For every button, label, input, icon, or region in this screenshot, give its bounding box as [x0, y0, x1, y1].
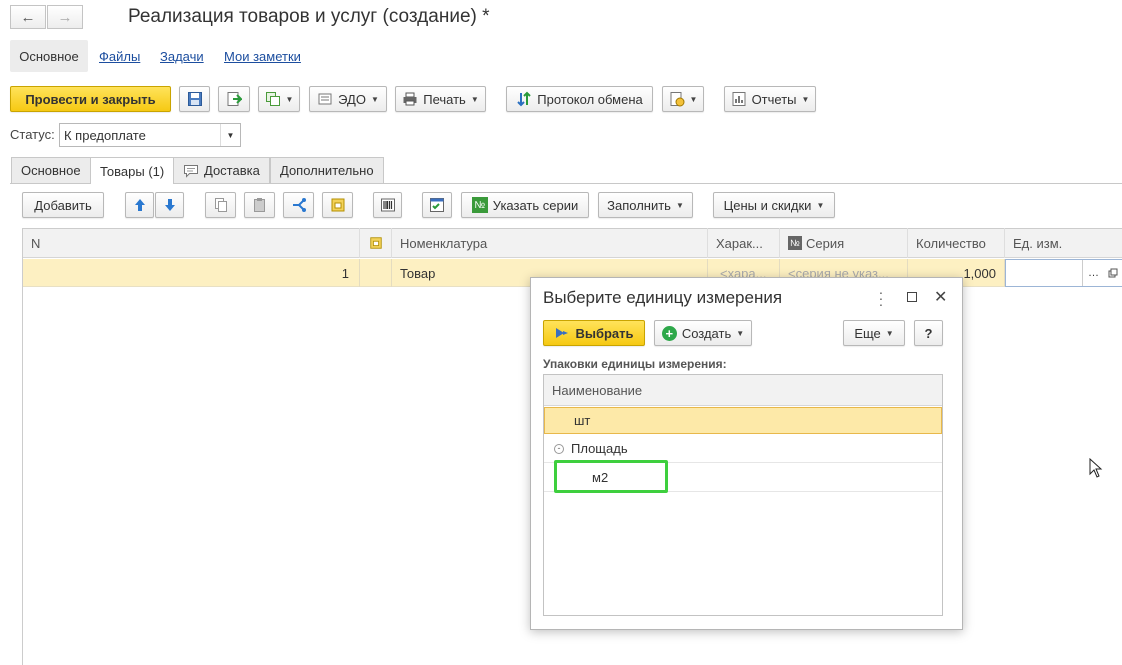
exchange-log-icon	[517, 91, 531, 107]
chevron-down-icon: ▼	[470, 94, 479, 104]
row-pack	[360, 259, 392, 287]
pick-icon	[556, 328, 569, 338]
create-based-icon	[265, 92, 280, 106]
page-title: Реализация товаров и услуг (создание) *	[128, 6, 490, 27]
edo-icon	[318, 93, 332, 105]
chevron-down-icon: ▼	[675, 200, 684, 210]
specify-series-button[interactable]: № Указать серии	[461, 192, 589, 218]
create-based-on-button[interactable]: ▼	[258, 86, 300, 112]
fill-button[interactable]: Заполнить ▼	[598, 192, 693, 218]
save-button[interactable]	[179, 86, 210, 112]
maximize-icon[interactable]	[907, 292, 917, 302]
unit-select-dialog: Выберите единицу измерения · · · ✕ Выбрать…	[530, 277, 963, 630]
copy-icon	[214, 198, 227, 212]
split-icon	[292, 198, 306, 212]
printer-icon	[403, 92, 417, 106]
split-row-button[interactable]	[283, 192, 314, 218]
chevron-down-icon: ▼	[736, 328, 745, 338]
move-down-button[interactable]	[155, 192, 184, 218]
col-unit[interactable]: Ед. изм.	[1005, 228, 1122, 258]
open-icon[interactable]	[1104, 260, 1122, 286]
col-series[interactable]: № Серия	[780, 228, 908, 258]
highlight-box	[554, 460, 668, 493]
series-number-icon: №	[788, 236, 802, 250]
more-options-icon[interactable]: · · ·	[876, 285, 886, 311]
close-icon[interactable]: ✕	[934, 287, 947, 307]
arrow-up-icon	[134, 199, 145, 211]
document-clock-icon	[670, 92, 685, 107]
plus-circle-icon: +	[661, 325, 677, 341]
tab-main-form[interactable]: Основное	[10, 40, 88, 72]
checklist-icon	[430, 198, 444, 212]
chevron-down-icon: ▼	[285, 94, 294, 104]
package-icon	[369, 237, 382, 249]
list-header: Наименование	[544, 375, 942, 406]
help-button[interactable]: ?	[914, 320, 943, 346]
row-number: 1	[23, 259, 360, 287]
post-document-icon	[227, 92, 242, 106]
check-items-button[interactable]	[422, 192, 452, 218]
prices-discounts-button[interactable]: Цены и скидки ▼	[713, 192, 835, 218]
edo-button[interactable]: ЭДО ▼	[309, 86, 387, 112]
exchange-log-button[interactable]: Протокол обмена	[506, 86, 653, 112]
link-notes[interactable]: Мои заметки	[224, 49, 301, 64]
chevron-down-icon: ▼	[689, 94, 698, 104]
unit-list: Наименование шт - Площадь м2	[543, 374, 943, 616]
tab-additional[interactable]: Дополнительно	[270, 157, 384, 183]
status-label: Статус:	[10, 127, 55, 142]
dialog-title: Выберите единицу измерения	[543, 288, 783, 307]
package-button[interactable]	[322, 192, 353, 218]
chevron-down-icon: ▼	[885, 328, 894, 338]
barcode-button[interactable]	[373, 192, 402, 218]
series-number-icon: №	[471, 197, 488, 213]
forward-button[interactable]: →	[47, 5, 83, 29]
post-button[interactable]	[218, 86, 250, 112]
more-button[interactable]: Еще ▼	[843, 320, 905, 346]
reports-icon	[732, 92, 746, 106]
floppy-disk-icon	[187, 92, 202, 106]
col-characteristic[interactable]: Харак...	[708, 228, 780, 258]
section-label: Упаковки единицы измерения:	[543, 357, 727, 371]
list-group-row[interactable]: - Площадь	[544, 435, 942, 463]
paste-button[interactable]	[244, 192, 275, 218]
arrow-left-icon: ←	[20, 8, 36, 26]
copy-button[interactable]	[205, 192, 236, 218]
choose-button[interactable]: Выбрать	[543, 320, 645, 346]
link-tasks[interactable]: Задачи	[160, 49, 204, 64]
list-item-selected[interactable]: шт	[544, 407, 942, 434]
tab-main[interactable]: Основное	[11, 157, 91, 183]
col-quantity[interactable]: Количество	[908, 228, 1005, 258]
speech-bubble-icon	[184, 164, 198, 178]
select-ellipsis-button[interactable]: …	[1082, 260, 1104, 286]
mouse-cursor-icon	[1089, 458, 1103, 478]
create-button[interactable]: + Создать ▼	[654, 320, 752, 346]
link-files[interactable]: Файлы	[99, 49, 140, 64]
chevron-down-icon: ▼	[816, 200, 825, 210]
barcode-icon	[380, 198, 395, 212]
package-icon	[331, 198, 344, 212]
print-button[interactable]: Печать ▼	[395, 86, 486, 112]
post-and-close-button[interactable]: Провести и закрыть	[10, 86, 171, 112]
chevron-down-icon: ▼	[801, 94, 810, 104]
chevron-down-icon: ▼	[370, 94, 379, 104]
arrow-right-icon: →	[57, 8, 73, 26]
add-row-button[interactable]: Добавить	[22, 192, 104, 218]
paste-icon	[253, 198, 265, 212]
documents-menu-button[interactable]: ▼	[662, 86, 704, 112]
col-pack-icon[interactable]	[360, 228, 392, 258]
tab-delivery[interactable]: Доставка	[173, 157, 270, 183]
arrow-down-icon	[164, 199, 175, 211]
col-n[interactable]: N	[23, 228, 360, 258]
reports-button[interactable]: Отчеты ▼	[724, 86, 816, 112]
tab-strip-divider	[10, 183, 1122, 184]
collapse-icon[interactable]: -	[554, 443, 564, 454]
move-up-button[interactable]	[125, 192, 154, 218]
dropdown-arrow-icon[interactable]: ▼	[220, 124, 240, 146]
back-button[interactable]: ←	[10, 5, 46, 29]
tab-goods[interactable]: Товары (1)	[90, 157, 175, 184]
col-nomenclature[interactable]: Номенклатура	[392, 228, 708, 258]
row-unit-field[interactable]: …	[1005, 259, 1122, 287]
status-select[interactable]: К предоплате ▼	[59, 123, 241, 147]
